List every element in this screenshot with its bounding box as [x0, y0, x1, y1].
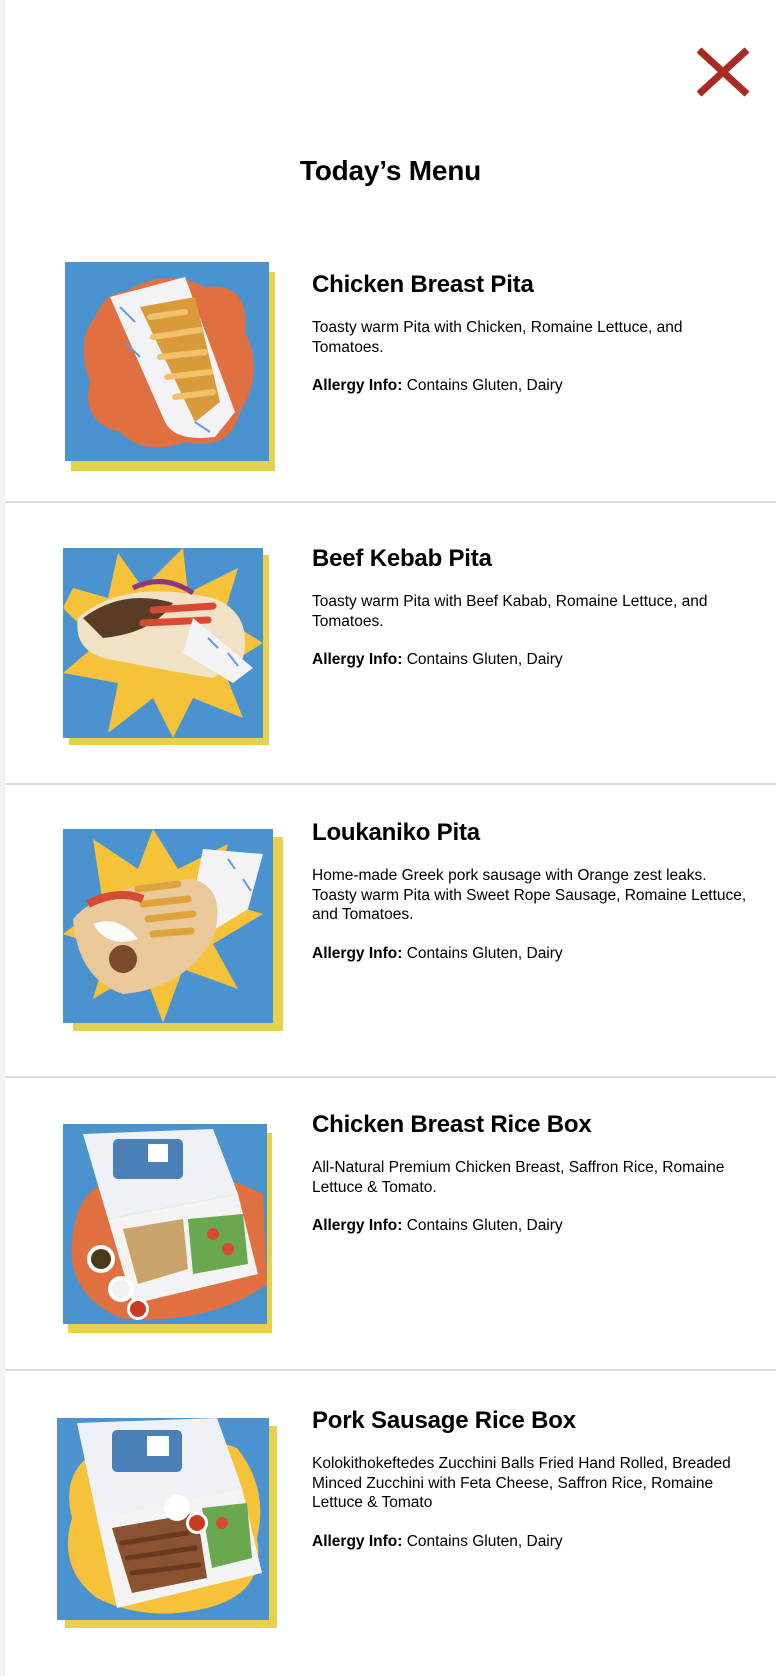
allergy-label: Allergy Info:	[312, 377, 403, 394]
chicken-pita-photo	[65, 262, 269, 461]
menu-item-chicken-breast-rice-box: Chicken Breast Rice Box All-Natural Prem…	[5, 1078, 776, 1371]
loukaniko-pita-photo	[63, 829, 273, 1023]
chicken-rice-box-photo	[63, 1124, 267, 1324]
item-description: Kolokithokeftedes Zucchini Balls Fried H…	[312, 1455, 731, 1511]
allergy-info: Allergy Info: Contains Gluten, Dairy	[312, 944, 752, 964]
beef-kebab-pita-photo	[63, 548, 263, 738]
close-button[interactable]	[695, 47, 751, 97]
item-name: Pork Sausage Rice Box	[312, 1407, 576, 1434]
pork-sausage-rice-box-photo	[57, 1418, 269, 1620]
allergy-value: Contains Gluten, Dairy	[406, 377, 563, 394]
item-name: Chicken Breast Pita	[312, 271, 534, 298]
item-description: Toasty warm Pita with Chicken, Romaine L…	[312, 319, 683, 356]
allergy-label: Allergy Info:	[312, 1532, 403, 1550]
menu-item-pork-sausage-rice-box: Pork Sausage Rice Box Kolokithokeftedes …	[5, 1371, 776, 1676]
allergy-info: Allergy Info: Contains Gluten, Dairy	[312, 376, 752, 396]
allergy-value: Contains Gluten, Dairy	[406, 1532, 563, 1550]
allergy-info: Allergy Info: Contains Gluten, Dairy	[312, 650, 752, 670]
menu-item-chicken-breast-pita: Chicken Breast Pita Toasty warm Pita wit…	[5, 240, 776, 503]
close-x-icon	[696, 47, 750, 97]
allergy-value: Contains Gluten, Dairy	[406, 651, 563, 668]
allergy-label: Allergy Info:	[312, 944, 403, 962]
allergy-label: Allergy Info:	[312, 1217, 403, 1234]
item-name: Chicken Breast Rice Box	[312, 1111, 592, 1138]
item-description: Home-made Greek pork sausage with Orange…	[312, 867, 747, 923]
allergy-value: Contains Gluten, Dairy	[406, 944, 563, 962]
menu-item-beef-kebab-pita: Beef Kebab Pita Toasty warm Pita with Be…	[5, 503, 776, 785]
item-name: Beef Kebab Pita	[312, 545, 492, 572]
allergy-label: Allergy Info:	[312, 651, 403, 668]
page-title: Today’s Menu	[299, 155, 482, 186]
menu-sheet: Today’s Menu Chicken Breast Pita Toasty …	[5, 0, 776, 1676]
allergy-info: Allergy Info: Contains Gluten, Dairy	[312, 1216, 752, 1236]
allergy-info: Allergy Info: Contains Gluten, Dairy	[312, 1532, 752, 1552]
menu-item-loukaniko-pita: Loukaniko Pita Home-made Greek pork saus…	[5, 785, 776, 1078]
item-description: All-Natural Premium Chicken Breast, Saff…	[312, 1159, 725, 1196]
item-description: Toasty warm Pita with Beef Kabab, Romain…	[312, 593, 708, 630]
item-name: Loukaniko Pita	[312, 819, 480, 846]
allergy-value: Contains Gluten, Dairy	[406, 1217, 563, 1234]
